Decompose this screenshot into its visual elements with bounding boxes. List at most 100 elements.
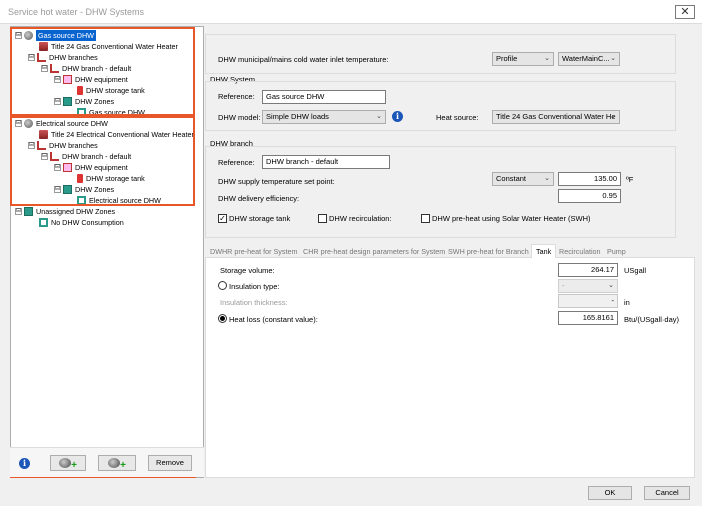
tree-node-gas-branch[interactable]: ⊟ DHW branch - default <box>41 63 131 74</box>
collapse-toggle[interactable]: ⊟ <box>28 142 35 149</box>
collapse-toggle[interactable]: ⊟ <box>54 186 61 193</box>
tree-node-label: DHW branch - default <box>62 152 132 161</box>
insulation-thickness-input[interactable]: - <box>558 294 618 308</box>
delivery-efficiency-input[interactable]: 0.95 <box>558 189 621 203</box>
tree-node-gas-equipment[interactable]: ⊟ DHW equipment <box>54 74 128 85</box>
info-icon[interactable]: i <box>19 458 30 469</box>
zones-icon <box>63 97 72 106</box>
system-group: Reference: Gas source DHW DHW model: Sim… <box>205 81 676 131</box>
supply-mode-select[interactable]: Constant ⌄ <box>492 172 554 186</box>
add-system-button[interactable]: + <box>50 455 86 471</box>
tree-node-label: Gas source DHW <box>89 108 145 117</box>
heat-source-select[interactable]: Title 24 Gas Conventional Water He ⌄ <box>492 110 620 124</box>
inlet-mode-value: Profile <box>496 54 518 63</box>
collapse-toggle[interactable]: ⊟ <box>54 76 61 83</box>
inlet-mode-select[interactable]: Profile ⌄ <box>492 52 554 66</box>
collapse-toggle[interactable]: ⊟ <box>41 153 48 160</box>
dhw-system-icon <box>24 31 33 40</box>
tree-node-gas-heater[interactable]: Title 24 Gas Conventional Water Heater <box>39 41 178 52</box>
recirculation-label: DHW recirculation: <box>329 214 392 223</box>
tree-node-electric-equipment[interactable]: ⊟ DHW equipment <box>54 162 128 173</box>
cancel-button[interactable]: Cancel <box>644 486 690 500</box>
close-button[interactable]: ✕ <box>675 5 695 19</box>
chevron-down-icon: ⌄ <box>544 175 550 182</box>
collapse-toggle[interactable]: ⊟ <box>41 65 48 72</box>
tree-node-electric-zones[interactable]: ⊟ DHW Zones <box>54 184 114 195</box>
dhw-model-select[interactable]: Simple DHW loads ⌄ <box>262 110 386 124</box>
branches-icon <box>37 141 46 150</box>
add-branch-button[interactable]: + <box>98 455 136 471</box>
collapse-toggle[interactable]: ⊟ <box>28 54 35 61</box>
tree-node-electric-source[interactable]: ⊟ Electrical source DHW <box>15 118 108 129</box>
system-reference-label: Reference: <box>218 92 255 101</box>
tree-node-electric-heater[interactable]: Title 24 Electrical Conventional Water H… <box>39 129 194 140</box>
tree-node-label: DHW Zones <box>75 185 115 194</box>
branch-reference-input[interactable]: DHW branch - default <box>262 155 390 169</box>
tree-node-gas-branches[interactable]: ⊟ DHW branches <box>28 52 98 63</box>
chevron-down-icon: ⌄ <box>608 282 614 289</box>
tree-node-label: Gas source DHW <box>36 30 96 41</box>
system-reference-input[interactable]: Gas source DHW <box>262 90 386 104</box>
tree-node-label: DHW storage tank <box>86 86 145 95</box>
tree-node-electric-branch[interactable]: ⊟ DHW branch - default <box>41 151 131 162</box>
tab-dwhr-preheat[interactable]: DWHR pre-heat for System <box>208 246 299 258</box>
tree-node-gas-tank[interactable]: DHW storage tank <box>77 85 145 96</box>
tree-node-no-consumption[interactable]: No DHW Consumption <box>39 217 124 228</box>
tree-node-label: Title 24 Electrical Conventional Water H… <box>51 130 194 139</box>
tree-node-electric-tank[interactable]: DHW storage tank <box>77 173 145 184</box>
insulation-type-radio[interactable] <box>218 281 227 290</box>
tree-node-electric-branches[interactable]: ⊟ DHW branches <box>28 140 98 151</box>
heat-loss-radio[interactable] <box>218 314 227 323</box>
tab-chr-preheat[interactable]: CHR pre-heat design parameters for Syste… <box>301 246 447 258</box>
delivery-efficiency-label: DHW delivery efficiency: <box>218 194 300 203</box>
tree-node-gas-zones[interactable]: ⊟ DHW Zones <box>54 96 114 107</box>
dhw-model-value: Simple DHW loads <box>266 112 329 121</box>
storage-volume-input[interactable]: 264.17 <box>558 263 618 277</box>
tree-node-gas-zone[interactable]: Gas source DHW <box>77 107 145 118</box>
tree-toolbar: i + + Remove <box>10 447 204 477</box>
tree-node-unassigned[interactable]: ⊟ Unassigned DHW Zones <box>15 206 115 217</box>
collapse-toggle[interactable]: ⊟ <box>15 32 22 39</box>
insulation-thickness-label: Insulation thickness: <box>220 298 288 307</box>
supply-temperature-input[interactable]: 135.00 <box>558 172 621 186</box>
branch-icon <box>50 64 59 73</box>
heat-loss-input[interactable]: 165.8161 <box>558 311 618 325</box>
chevron-down-icon: ⌄ <box>610 55 616 62</box>
tree-node-electric-zone[interactable]: Electrical source DHW <box>77 195 161 206</box>
equipment-icon <box>63 163 72 172</box>
remove-button[interactable]: Remove <box>148 455 192 471</box>
heat-loss-unit: Btu/(USgall·day) <box>624 315 680 324</box>
tab-recirculation[interactable]: Recirculation <box>557 246 603 258</box>
inlet-group: DHW municipal/mains cold water inlet tem… <box>205 34 676 74</box>
recirculation-checkbox[interactable] <box>318 214 327 223</box>
supply-temperature-unit: ºF <box>626 175 634 184</box>
collapse-toggle[interactable]: ⊟ <box>54 164 61 171</box>
tab-swh-preheat[interactable]: SWH pre-heat for Branch <box>446 246 531 258</box>
insulation-type-select[interactable]: - ⌄ <box>558 279 618 293</box>
tree-node-label: DHW equipment <box>75 75 128 84</box>
zone-icon <box>77 108 86 117</box>
swh-preheat-label: DHW pre-heat using Solar Water Heater (S… <box>432 214 591 223</box>
branch-group: Reference: DHW branch - default DHW supp… <box>205 146 676 238</box>
insulation-type-value: - <box>562 281 565 290</box>
swh-preheat-checkbox[interactable] <box>421 214 430 223</box>
collapse-toggle[interactable]: ⊟ <box>54 98 61 105</box>
inlet-profile-select[interactable]: WaterMainC... ⌄ <box>558 52 620 66</box>
dhw-system-tree[interactable]: ⊟ Gas source DHW Title 24 Gas Convention… <box>10 26 204 478</box>
collapse-toggle[interactable]: ⊟ <box>15 120 22 127</box>
tab-pump[interactable]: Pump <box>605 246 628 258</box>
ok-button[interactable]: OK <box>588 486 632 500</box>
title-bar: Service hot water - DHW Systems ✕ <box>0 0 702 24</box>
collapse-toggle[interactable]: ⊟ <box>15 208 22 215</box>
storage-tank-icon <box>77 174 83 183</box>
storage-tank-checkbox[interactable]: ✓ <box>218 214 227 223</box>
add-branch-icon <box>108 458 121 468</box>
info-icon[interactable]: i <box>392 111 403 122</box>
tree-node-gas-source[interactable]: ⊟ Gas source DHW <box>15 30 96 41</box>
inlet-temperature-label: DHW municipal/mains cold water inlet tem… <box>218 55 389 64</box>
tab-tank[interactable]: Tank <box>531 244 557 259</box>
branch-icon <box>50 152 59 161</box>
branch-reference-label: Reference: <box>218 158 255 167</box>
plus-icon: + <box>71 460 77 471</box>
tree-node-label: DHW branch - default <box>62 64 132 73</box>
